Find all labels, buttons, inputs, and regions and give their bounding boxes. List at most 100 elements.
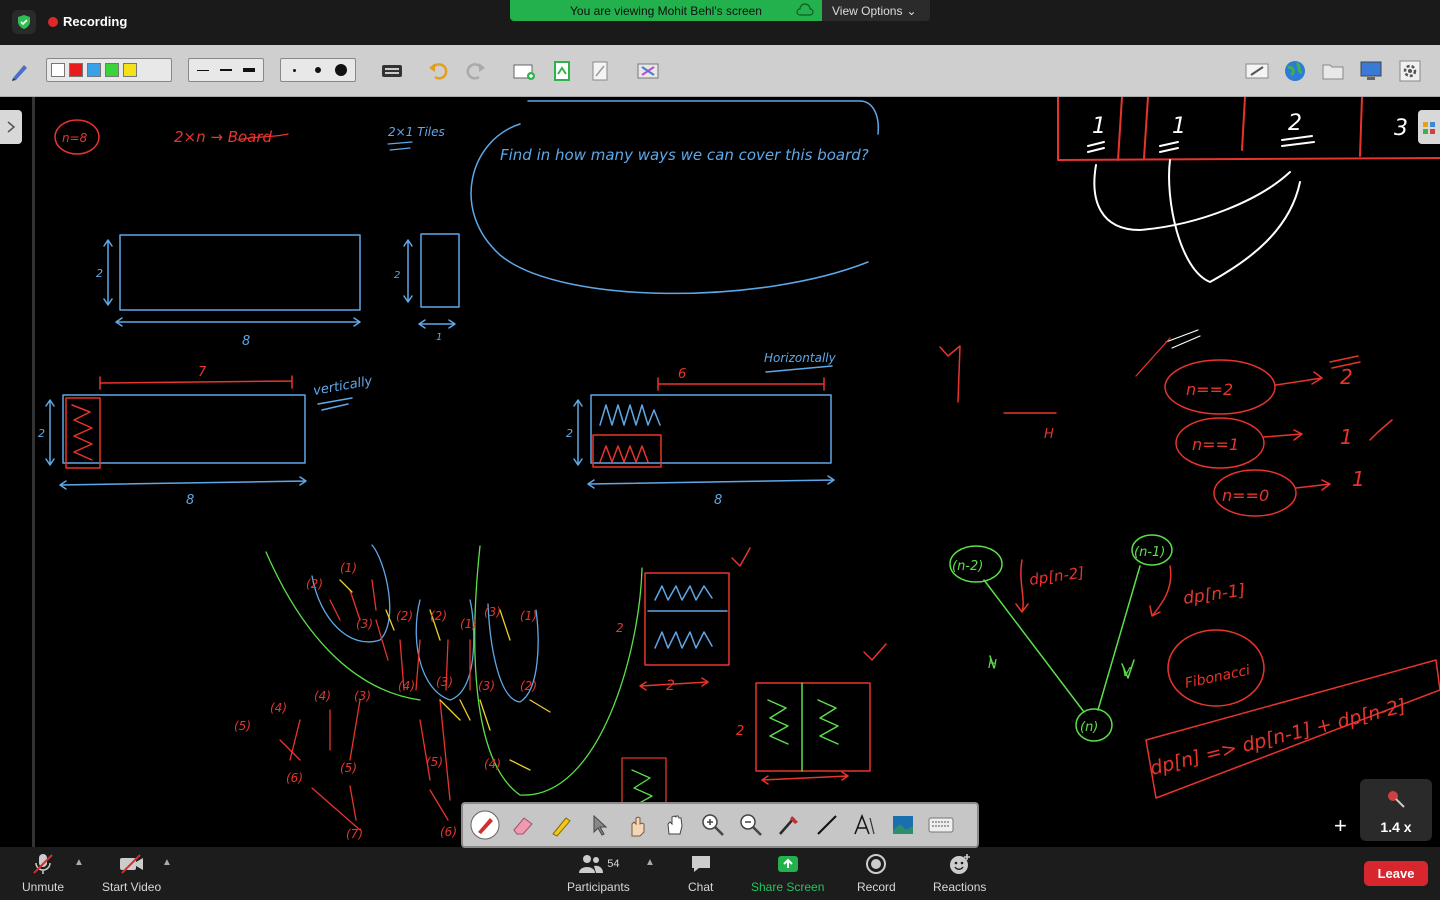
base-value-1a: 1: [1340, 425, 1353, 449]
color-red-swatch[interactable]: [69, 63, 83, 77]
line-tool-icon[interactable]: [811, 809, 843, 841]
left-panel-toggle[interactable]: [0, 110, 22, 144]
node-h-label: H: [988, 657, 997, 671]
chat-label: Chat: [688, 880, 714, 894]
hand-pan-icon[interactable]: [659, 809, 691, 841]
settings-gear-icon[interactable]: [1398, 59, 1422, 83]
chat-button[interactable]: Chat: [688, 851, 713, 894]
participants-button[interactable]: 54 Participants: [567, 851, 630, 894]
right-cell-2: 1: [1172, 114, 1186, 139]
board-width-label: 8: [242, 334, 250, 349]
undo-icon[interactable]: [426, 59, 450, 83]
whiteboard-canvas[interactable]: n=8 2×n → Board 2×1 Tiles Find in how ma…: [0, 97, 1440, 847]
pen-select-icon[interactable]: [469, 809, 501, 841]
fibonacci-label: Fibonacci: [1184, 662, 1252, 691]
zoom-out-icon[interactable]: [735, 809, 767, 841]
export-page-icon[interactable]: [588, 59, 612, 83]
canvas-left-edge: [32, 97, 35, 847]
color-yellow-swatch[interactable]: [123, 63, 137, 77]
leave-button[interactable]: Leave: [1364, 861, 1428, 886]
svg-text:(5): (5): [340, 761, 357, 775]
node-n-minus-2: (n-2): [952, 559, 983, 574]
viewing-text: You are viewing Mohit Behl's screen: [570, 3, 762, 18]
svg-text:(1): (1): [460, 617, 477, 631]
monitor-icon[interactable]: [1359, 59, 1383, 83]
redo-icon[interactable]: [464, 59, 488, 83]
clear-drawings-icon[interactable]: [636, 59, 660, 83]
zoom-indicator[interactable]: 1.4 x: [1360, 779, 1432, 841]
security-shield-icon[interactable]: [12, 10, 36, 34]
color-green-swatch[interactable]: [105, 63, 119, 77]
cloud-icon: [796, 3, 814, 20]
reactions-button[interactable]: Reactions: [933, 851, 986, 894]
brush-icon[interactable]: [773, 809, 805, 841]
color-white-swatch[interactable]: [51, 63, 65, 77]
svg-text:n=8: n=8: [62, 131, 88, 145]
svg-text:(3): (3): [436, 675, 453, 689]
svg-text:(4): (4): [398, 679, 415, 693]
plus-icon[interactable]: +: [1334, 813, 1347, 839]
record-button[interactable]: Record: [857, 851, 896, 894]
participants-icon-wrap: 54: [577, 851, 619, 877]
share-screen-icon: [776, 851, 800, 877]
draw-icon[interactable]: [1245, 59, 1269, 83]
keyboard-tool-icon[interactable]: [925, 809, 957, 841]
highlighter-icon[interactable]: [545, 809, 577, 841]
svg-text:(4): (4): [314, 689, 331, 703]
save-page-icon[interactable]: [550, 59, 574, 83]
image-tool-icon[interactable]: [887, 809, 919, 841]
horizontally-label: Horizontally: [764, 351, 837, 365]
stacked-horizontal-tiles: [639, 572, 730, 691]
dot-medium-option[interactable]: [308, 61, 327, 79]
line-thick-option[interactable]: [240, 61, 259, 79]
pen-tool-icon[interactable]: [8, 59, 32, 83]
recording-dot-icon: [48, 16, 58, 27]
horizontal-top-length: 6: [678, 367, 686, 382]
laser-hand-icon[interactable]: [621, 809, 653, 841]
base-case-n0: n==0: [1222, 486, 1269, 505]
right-panel-toggle[interactable]: [1418, 110, 1440, 144]
vertical-height-label: 2: [38, 427, 45, 440]
start-video-button[interactable]: Start Video: [102, 851, 161, 894]
video-options-caret-icon[interactable]: ▲: [162, 857, 172, 868]
pointer-arrow-icon[interactable]: [583, 809, 615, 841]
new-page-icon[interactable]: [512, 59, 536, 83]
muted-mic-icon: [30, 851, 56, 877]
dot-size-group: [280, 58, 356, 82]
globe-icon[interactable]: [1283, 59, 1307, 83]
color-blue-swatch[interactable]: [87, 63, 101, 77]
svg-text:(1): (1): [520, 609, 537, 623]
view-options-button[interactable]: View Options ⌄: [822, 0, 930, 21]
svg-text:(2): (2): [430, 609, 447, 623]
vertical-width-label: 8: [186, 493, 194, 508]
dot-large-option[interactable]: [332, 61, 351, 79]
dot-small-option[interactable]: [285, 61, 304, 79]
base-case-n2: n==2: [1186, 380, 1233, 399]
vertically-label: vertically: [312, 374, 374, 399]
zoom-in-icon[interactable]: [697, 809, 729, 841]
folder-icon[interactable]: [1321, 59, 1345, 83]
line-medium-option[interactable]: [216, 61, 235, 79]
unmute-button[interactable]: Unmute: [22, 851, 64, 894]
participants-caret-icon[interactable]: ▲: [645, 857, 655, 868]
node-n-minus-1: (n-1): [1134, 545, 1165, 560]
text-tool-icon[interactable]: [849, 809, 881, 841]
share-screen-button[interactable]: Share Screen: [751, 851, 824, 894]
two-vertical-tiles: [755, 682, 871, 785]
n-equals-8-note: n=8: [54, 119, 100, 155]
audio-options-caret-icon[interactable]: ▲: [74, 857, 84, 868]
meeting-top-bar: Recording You are viewing Mohit Behl's s…: [0, 0, 1440, 45]
svg-text:(2): (2): [396, 609, 413, 623]
h-mark-label: H: [1044, 427, 1054, 442]
right-cell-4: 3: [1394, 116, 1408, 141]
eraser-icon[interactable]: [507, 809, 539, 841]
recording-indicator[interactable]: Recording: [48, 14, 127, 29]
zoom-level-label: 1.4 x: [1380, 819, 1412, 835]
keyboard-icon[interactable]: [380, 59, 404, 83]
start-video-label: Start Video: [102, 880, 162, 894]
annotation-toolbar: [0, 45, 1440, 97]
svg-text:(4): (4): [484, 757, 501, 771]
line-thin-option[interactable]: [193, 61, 212, 79]
question-bubble: Find in how many ways we can cover this …: [470, 100, 880, 295]
board-height-label: 2: [96, 267, 103, 280]
